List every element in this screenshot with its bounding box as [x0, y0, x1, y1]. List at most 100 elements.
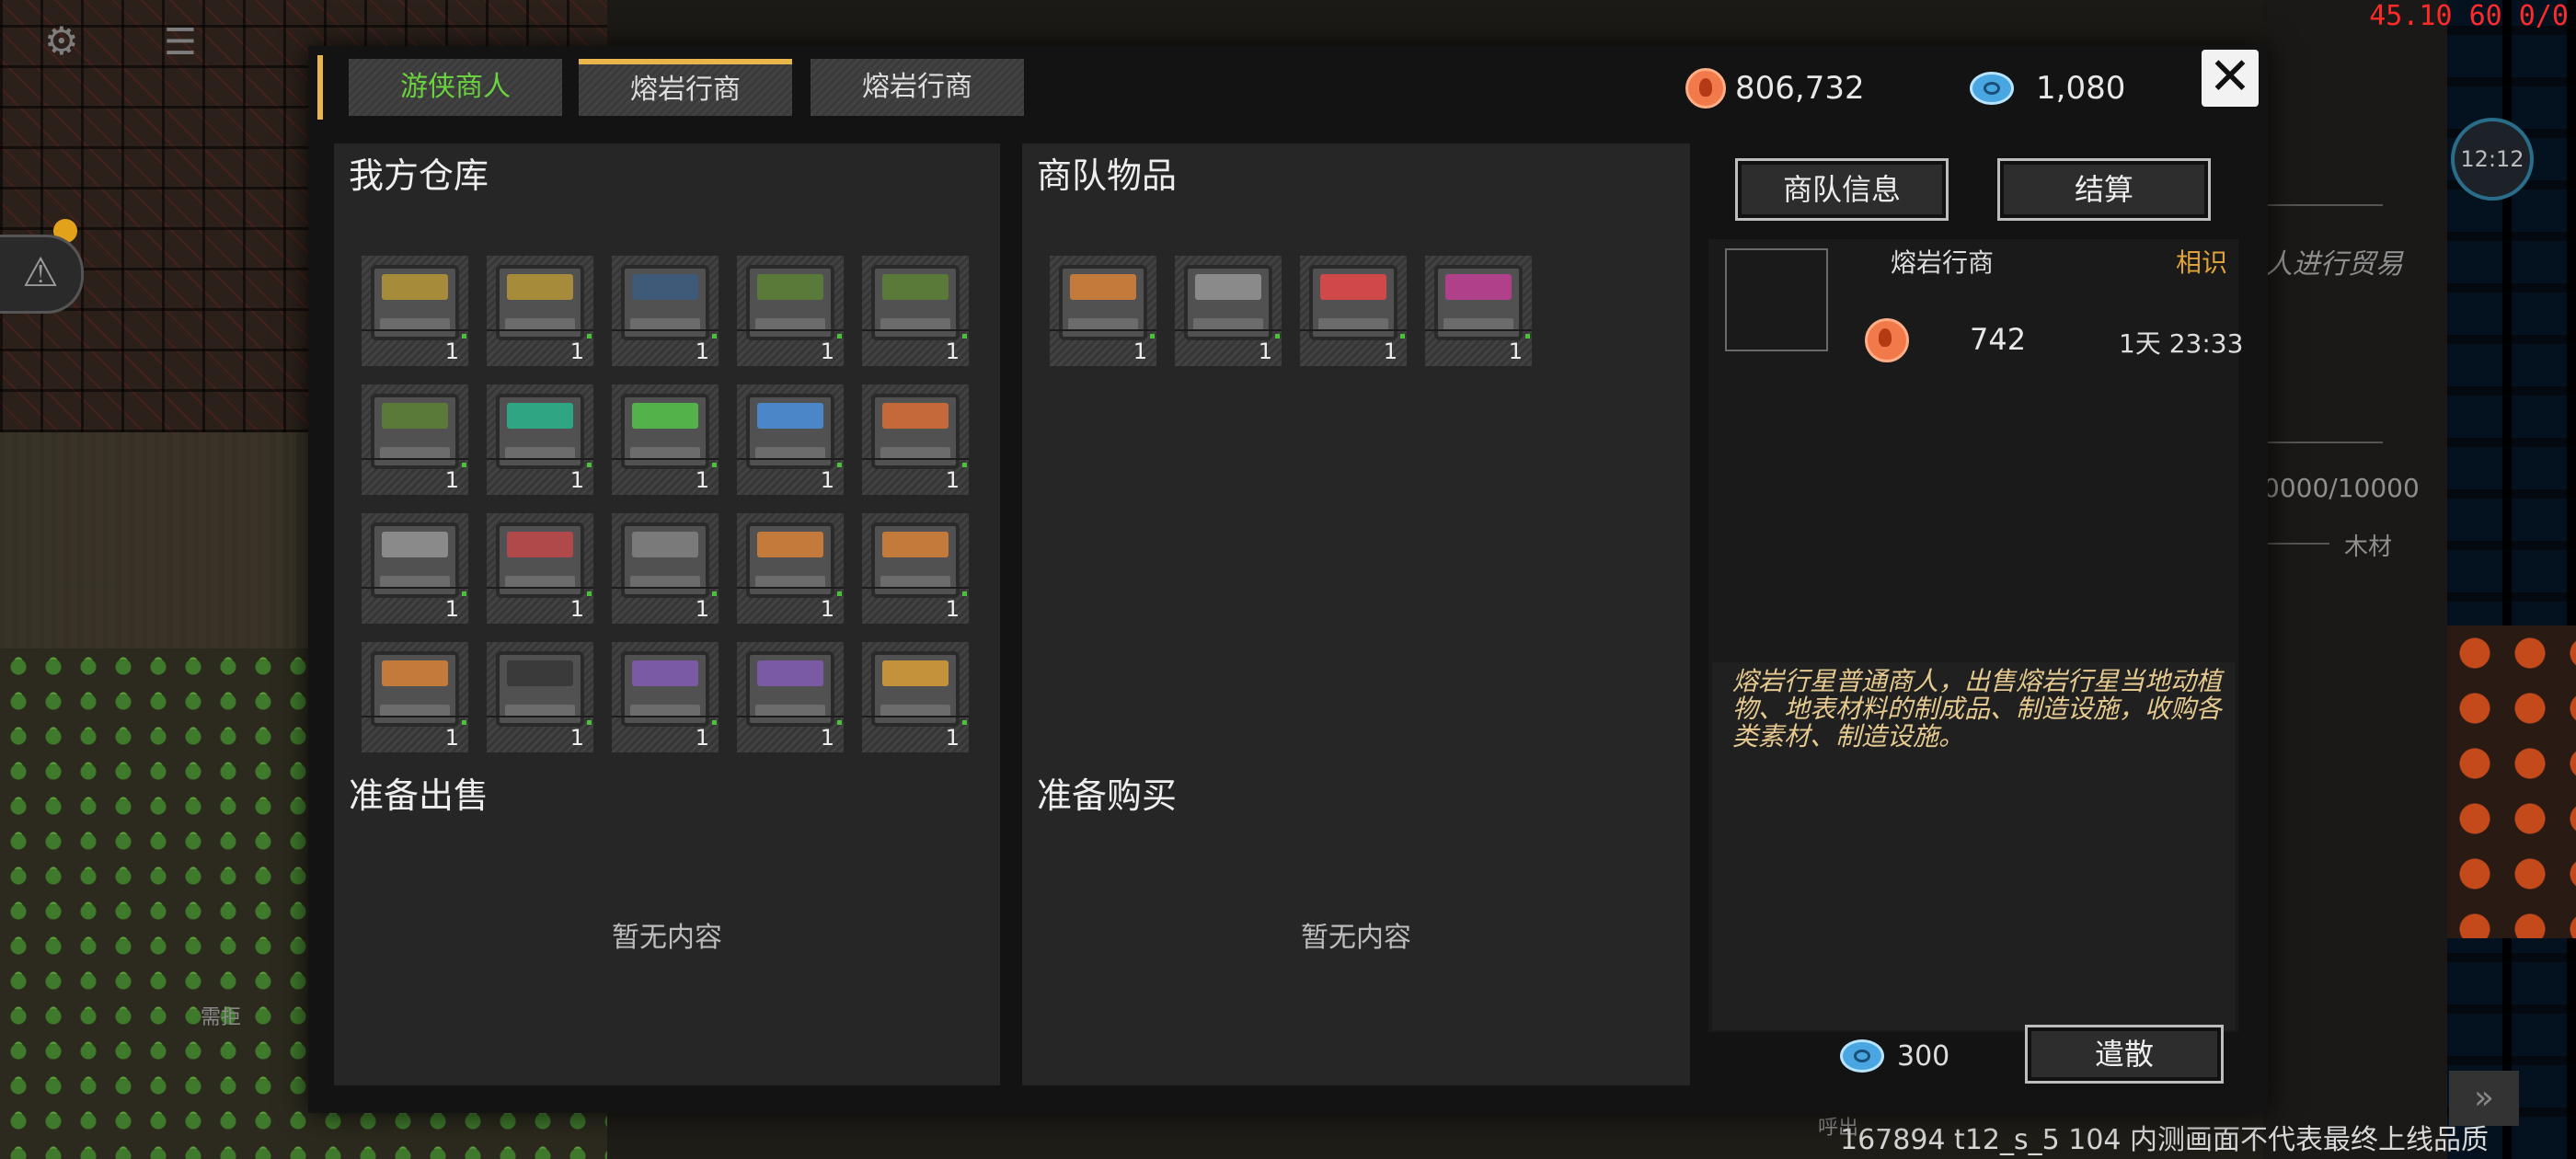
relation-status: 相识 [2176, 247, 2228, 278]
item-quantity: 1 [820, 596, 834, 622]
item-quantity: 1 [569, 467, 584, 493]
gem-icon [1840, 1039, 1884, 1073]
item-slot[interactable]: 1 [862, 513, 969, 624]
coin-icon [1685, 68, 1726, 109]
item-slot[interactable]: 1 [362, 642, 468, 752]
status-dot [587, 720, 592, 725]
slot-divider [1175, 329, 1282, 331]
underlying-panel [2263, 0, 2447, 1159]
caravan-info-button[interactable]: 商队信息 [1735, 158, 1949, 221]
slot-divider [1425, 329, 1532, 331]
status-dot [837, 591, 842, 596]
tab-ranger-merchant[interactable]: 游侠商人 [349, 59, 562, 116]
status-dot [962, 720, 967, 725]
item-slot[interactable]: 1 [1050, 256, 1156, 366]
item-slot[interactable]: 1 [1425, 256, 1532, 366]
settle-button[interactable]: 结算 [1997, 158, 2211, 221]
item-quantity: 1 [1258, 339, 1272, 364]
caravan-goods-panel: 商队物品 1 1 1 1 [1022, 143, 1690, 787]
lava-tiles [2447, 625, 2576, 938]
status-dot [962, 463, 967, 467]
gem-amount: 1,080 [2036, 70, 2126, 107]
item-slot[interactable]: 1 [487, 642, 593, 752]
dismiss-cost-amount: 300 [1897, 1039, 1950, 1073]
slot-divider [737, 329, 844, 331]
item-quantity: 1 [695, 725, 709, 751]
item-quantity: 1 [444, 596, 459, 622]
gear-icon[interactable]: ⚙ [44, 22, 79, 61]
slot-divider [1300, 329, 1407, 331]
item-slot[interactable]: 1 [612, 384, 719, 495]
tab-lava-merchant-1[interactable]: 熔岩行商 [579, 59, 792, 116]
slot-divider [737, 587, 844, 589]
status-dot [962, 591, 967, 596]
item-slot[interactable]: 1 [1300, 256, 1407, 366]
build-watermark: 167894 t12_s_5 104 内测画面不代表最终上线品质 [1840, 1124, 2490, 1156]
item-slot[interactable]: 1 [862, 384, 969, 495]
status-dot [587, 334, 592, 339]
status-dot [1525, 334, 1530, 339]
status-dot [837, 334, 842, 339]
slot-divider [487, 458, 593, 460]
item-slot[interactable]: 1 [612, 256, 719, 366]
item-quantity: 1 [444, 467, 459, 493]
item-quantity: 1 [569, 339, 584, 364]
slot-divider [362, 329, 468, 331]
avatar [1725, 248, 1828, 351]
item-slot[interactable]: 1 [487, 513, 593, 624]
coin-icon [1865, 318, 1918, 366]
empty-placeholder: 暂无内容 [1301, 922, 1411, 954]
item-slot[interactable]: 1 [487, 256, 593, 366]
status-dot [462, 720, 466, 725]
tab-accent-bar [317, 55, 323, 120]
description-box: 熔岩行星普通商人，出售熔岩行星当地动植物、地表材料的制成品、制造设施，收购各类素… [1712, 662, 2235, 1030]
item-quantity: 1 [1508, 339, 1523, 364]
item-slot[interactable]: 1 [1175, 256, 1282, 366]
slot-divider [487, 716, 593, 717]
status-dot [1150, 334, 1155, 339]
sell-panel: 准备出售 暂无内容 [334, 763, 1000, 1085]
item-slot[interactable]: 1 [362, 513, 468, 624]
slot-divider [737, 458, 844, 460]
slot-divider [612, 716, 719, 717]
item-slot[interactable]: 1 [862, 642, 969, 752]
item-quantity: 1 [945, 467, 960, 493]
item-quantity: 1 [820, 339, 834, 364]
slot-divider [862, 458, 969, 460]
item-quantity: 1 [695, 467, 709, 493]
dismiss-button[interactable]: 遣散 [2025, 1025, 2224, 1084]
gem-balance: 1,080 [1970, 61, 2125, 116]
item-slot[interactable]: 1 [862, 256, 969, 366]
coin-balance: 806,732 [1685, 61, 1865, 116]
item-slot[interactable]: 1 [612, 513, 719, 624]
slot-divider [612, 329, 719, 331]
alert-icon[interactable]: ⚠ [0, 235, 84, 314]
item-slot[interactable]: 1 [362, 384, 468, 495]
tab-lava-merchant-2[interactable]: 熔岩行商 [811, 59, 1024, 116]
item-slot[interactable]: 1 [737, 256, 844, 366]
slot-divider [612, 458, 719, 460]
slot-divider [1050, 329, 1156, 331]
slot-divider [487, 587, 593, 589]
status-dot [962, 334, 967, 339]
status-dot [1400, 334, 1405, 339]
item-slot[interactable]: 1 [612, 642, 719, 752]
chat-icon[interactable]: ☰ [164, 24, 197, 61]
item-slot[interactable]: 1 [737, 384, 844, 495]
item-slot[interactable]: 1 [737, 642, 844, 752]
item-quantity: 1 [695, 339, 709, 364]
panel-title: 准备购买 [1037, 775, 1178, 816]
slot-divider [737, 716, 844, 717]
item-slot[interactable]: 1 [737, 513, 844, 624]
item-quantity: 1 [945, 339, 960, 364]
item-slot[interactable]: 1 [362, 256, 468, 366]
status-dot [712, 720, 717, 725]
clock-icon[interactable]: 12:12 [2451, 118, 2534, 201]
background-capacity-text: 0000/10000 [2263, 473, 2420, 503]
status-dot [712, 463, 717, 467]
trade-modal: 游侠商人 熔岩行商 熔岩行商 806,732 1,080 ✕ 我方仓库 1 1 1 1… [308, 46, 2268, 1113]
caravan-description: 熔岩行星普通商人，出售熔岩行星当地动植物、地表材料的制成品、制造设施，收购各类素… [1732, 666, 2223, 752]
close-button[interactable]: ✕ [2202, 50, 2259, 107]
item-slot[interactable]: 1 [487, 384, 593, 495]
divider [2265, 204, 2383, 206]
